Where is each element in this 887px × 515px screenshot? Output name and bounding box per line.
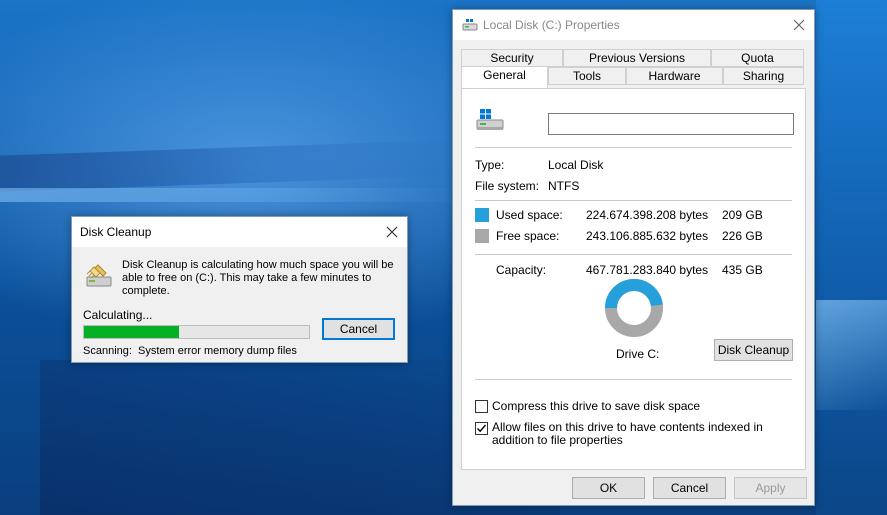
properties-title: Local Disk (C:) Properties: [483, 18, 620, 32]
wallpaper-light-beam: [0, 188, 470, 202]
type-label: Type:: [475, 158, 505, 172]
apply-button[interactable]: Apply: [734, 477, 807, 499]
cancel-button[interactable]: Cancel: [653, 477, 726, 499]
general-tab-panel: Type: Local Disk File system: NTFS Used …: [461, 88, 806, 470]
tab-previous-versions[interactable]: Previous Versions: [563, 49, 711, 67]
disk-cleanup-icon: [86, 264, 112, 287]
capacity-bytes: 467.781.283.840 bytes: [586, 263, 709, 277]
compress-checkbox[interactable]: [475, 400, 488, 413]
close-icon: [386, 226, 398, 238]
tab-general[interactable]: General: [461, 66, 548, 88]
index-checkbox[interactable]: [475, 422, 488, 435]
separator: [475, 147, 792, 148]
used-space-swatch: [475, 208, 489, 222]
cleanup-message: Disk Cleanup is calculating how much spa…: [122, 259, 394, 297]
scanning-label: Scanning:: [83, 345, 132, 357]
free-space-swatch: [475, 229, 489, 243]
capacity-gb: 435 GB: [722, 263, 763, 277]
wallpaper-window-pane: [816, 0, 887, 515]
drive-name-input[interactable]: [548, 113, 794, 135]
drive-title-icon: [462, 19, 478, 31]
free-space-label: Free space:: [496, 229, 560, 243]
capacity-label: Capacity:: [496, 263, 547, 277]
tab-quota[interactable]: Quota: [711, 49, 804, 67]
checkmark-icon: [477, 424, 487, 433]
used-space-gb: 209 GB: [722, 208, 763, 222]
used-space-label: Used space:: [496, 208, 563, 222]
disk-cleanup-dialog: Disk Cleanup Disk Cleanup is calculating…: [71, 216, 408, 363]
cleanup-progress-bar: [83, 325, 310, 339]
properties-titlebar[interactable]: Local Disk (C:) Properties: [453, 10, 814, 40]
type-value: Local Disk: [548, 158, 604, 172]
tab-security[interactable]: Security: [461, 49, 563, 67]
cleanup-title: Disk Cleanup: [80, 225, 152, 239]
drive-label: Drive C:: [616, 347, 660, 361]
tab-hardware[interactable]: Hardware: [626, 67, 723, 85]
compress-label[interactable]: Compress this drive to save disk space: [492, 399, 700, 413]
index-label[interactable]: Allow files on this drive to have conten…: [492, 421, 792, 447]
tab-tools[interactable]: Tools: [548, 67, 626, 85]
free-space-bytes: 243.106.885.632 bytes: [586, 229, 709, 243]
file-system-label: File system:: [475, 179, 540, 193]
used-space-bytes: 224.674.398.208 bytes: [586, 208, 709, 222]
ok-button[interactable]: OK: [572, 477, 645, 499]
cleanup-progress-fill: [84, 326, 179, 338]
cleanup-status: Calculating...: [83, 308, 153, 322]
cleanup-titlebar[interactable]: Disk Cleanup: [72, 217, 407, 247]
cleanup-close-button[interactable]: [377, 217, 407, 247]
drive-properties-window: Local Disk (C:) Properties Security Prev…: [452, 9, 815, 506]
separator: [475, 379, 792, 380]
cleanup-cancel-button[interactable]: Cancel: [322, 318, 395, 340]
properties-close-button[interactable]: [784, 10, 814, 40]
free-space-gb: 226 GB: [722, 229, 763, 243]
disk-cleanup-button[interactable]: Disk Cleanup: [714, 339, 793, 361]
tab-sharing[interactable]: Sharing: [723, 67, 804, 85]
scanning-value: System error memory dump files: [138, 345, 297, 357]
usage-donut-chart: [605, 279, 663, 337]
file-system-value: NTFS: [548, 179, 580, 193]
separator: [475, 254, 792, 255]
wallpaper-light-beam: [0, 138, 480, 194]
drive-icon: [476, 109, 504, 130]
separator: [475, 200, 792, 201]
close-icon: [793, 19, 805, 31]
wallpaper-light-beam: [816, 300, 887, 410]
